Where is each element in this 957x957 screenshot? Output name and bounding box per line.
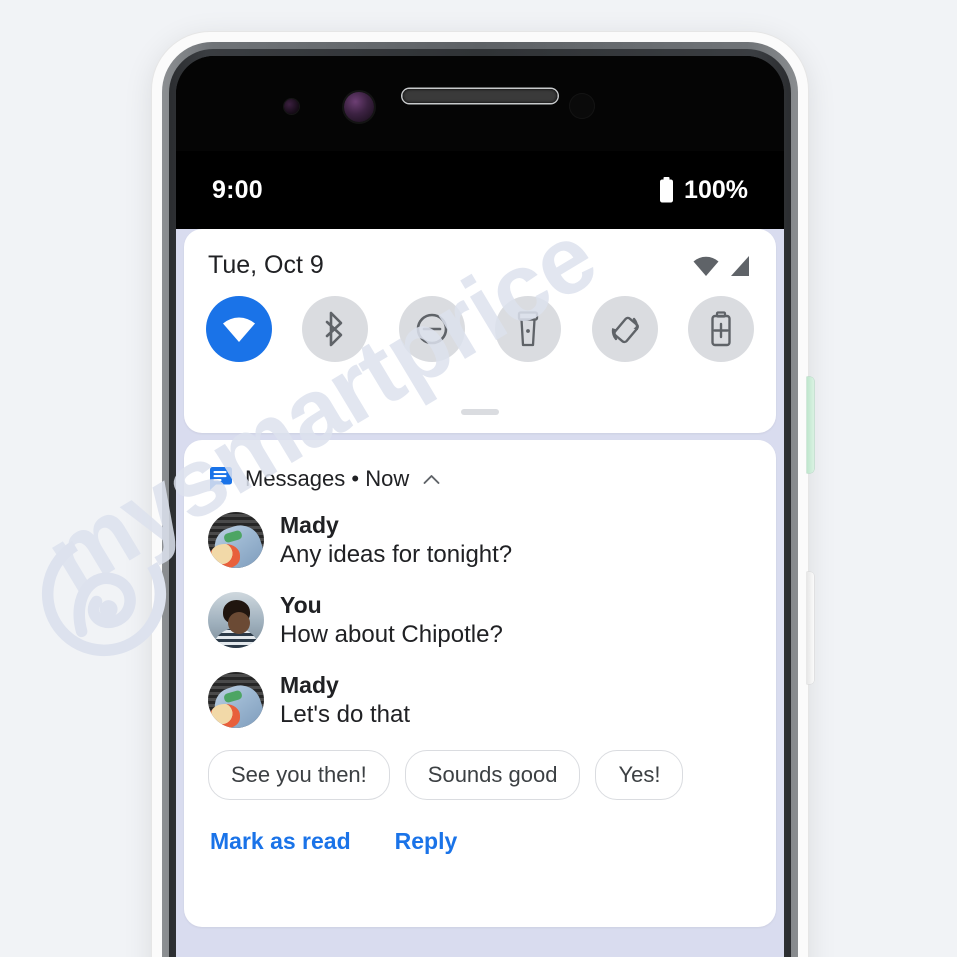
- volume-rocker[interactable]: [807, 572, 814, 684]
- quick-settings-tiles: [184, 280, 776, 362]
- qs-tile-wifi[interactable]: [206, 296, 272, 362]
- flashlight-icon: [518, 311, 539, 347]
- message-text: Let's do that: [280, 700, 411, 728]
- cellular-signal-icon: [731, 255, 749, 276]
- phone-bezel-inner: 9:00 100% Tue, Oct 9 Messages • Now Mady…: [169, 49, 791, 957]
- qs-tile-do-not-disturb[interactable]: [398, 296, 465, 362]
- smart-reply-chip-3[interactable]: Yes!: [595, 750, 684, 800]
- quick-settings-panel: Tue, Oct 9: [184, 229, 776, 433]
- battery-saver-icon: [711, 311, 731, 347]
- battery-full-icon: [660, 177, 674, 203]
- bluetooth-icon: [326, 311, 343, 347]
- status-bar-right-icons: 100%: [658, 176, 748, 205]
- shade-footer: Manage notifications Clear all: [184, 927, 776, 957]
- message-content: Mady Let's do that: [280, 672, 410, 729]
- message-sender: Mady: [280, 511, 339, 538]
- message-content: You How about Chipotle?: [280, 592, 503, 649]
- avatar-mady: [208, 672, 264, 728]
- qs-tile-auto-rotate[interactable]: [591, 296, 658, 362]
- phone-screen: 9:00 100% Tue, Oct 9 Messages • Now Mady…: [176, 56, 784, 957]
- smart-reply-chip-1[interactable]: See you then!: [208, 750, 390, 800]
- quick-settings-status-icons: [692, 255, 752, 277]
- notification-shade: Tue, Oct 9 Messages • Now Mady Any ideas…: [176, 229, 784, 957]
- front-camera-icon: [344, 92, 374, 122]
- wifi-icon: [223, 317, 255, 342]
- notification-header[interactable]: Messages • Now: [208, 466, 752, 492]
- notification-app-label: Messages • Now: [245, 466, 410, 491]
- smart-reply-chips: See you then! Sounds good Yes!: [208, 750, 752, 800]
- message-content: Mady Any ideas for tonight?: [280, 512, 512, 569]
- notification-card-messages[interactable]: Messages • Now Mady Any ideas for tonigh…: [184, 440, 776, 927]
- avatar-mady: [208, 512, 264, 568]
- message-row: Mady Any ideas for tonight?: [208, 506, 752, 574]
- status-bar: 9:00 100%: [176, 151, 784, 229]
- message-text: Any ideas for tonight?: [280, 540, 513, 568]
- quick-settings-header: Tue, Oct 9: [184, 229, 776, 280]
- message-text: How about Chipotle?: [280, 620, 503, 648]
- message-sender: You: [280, 591, 322, 618]
- qs-tile-flashlight[interactable]: [495, 296, 562, 362]
- messages-icon: [210, 467, 232, 490]
- status-bar-clock: 9:00: [212, 175, 263, 204]
- do-not-disturb-icon: [416, 313, 448, 345]
- chevron-up-icon[interactable]: [423, 474, 440, 485]
- message-row: Mady Let's do that: [208, 666, 752, 734]
- avatar-you: [208, 592, 264, 648]
- reply-button[interactable]: Reply: [395, 828, 458, 855]
- notification-actions: Mark as read Reply: [208, 828, 752, 855]
- qs-tile-battery-saver[interactable]: [687, 296, 754, 362]
- auto-rotate-icon: [611, 316, 639, 344]
- message-row: You How about Chipotle?: [208, 586, 752, 654]
- power-button[interactable]: [807, 377, 814, 473]
- top-sensor-area: [176, 56, 784, 151]
- smart-reply-chip-2[interactable]: Sounds good: [404, 750, 581, 800]
- earpiece-speaker-icon: [402, 89, 558, 103]
- ambient-light-sensor-icon: [570, 94, 594, 118]
- quick-settings-drag-handle[interactable]: [461, 409, 499, 415]
- battery-percent-label: 100%: [684, 175, 748, 204]
- message-list: Mady Any ideas for tonight? You How abou…: [208, 506, 752, 734]
- message-sender: Mady: [280, 671, 339, 698]
- phone-bezel-outer: 9:00 100% Tue, Oct 9 Messages • Now Mady…: [162, 42, 798, 957]
- qs-tile-bluetooth[interactable]: [302, 296, 369, 362]
- quick-settings-date: Tue, Oct 9: [208, 251, 324, 279]
- wifi-icon: [693, 256, 719, 276]
- phone-device: 9:00 100% Tue, Oct 9 Messages • Now Mady…: [152, 32, 814, 957]
- proximity-sensor-icon: [284, 99, 299, 114]
- mark-as-read-button[interactable]: Mark as read: [210, 828, 351, 855]
